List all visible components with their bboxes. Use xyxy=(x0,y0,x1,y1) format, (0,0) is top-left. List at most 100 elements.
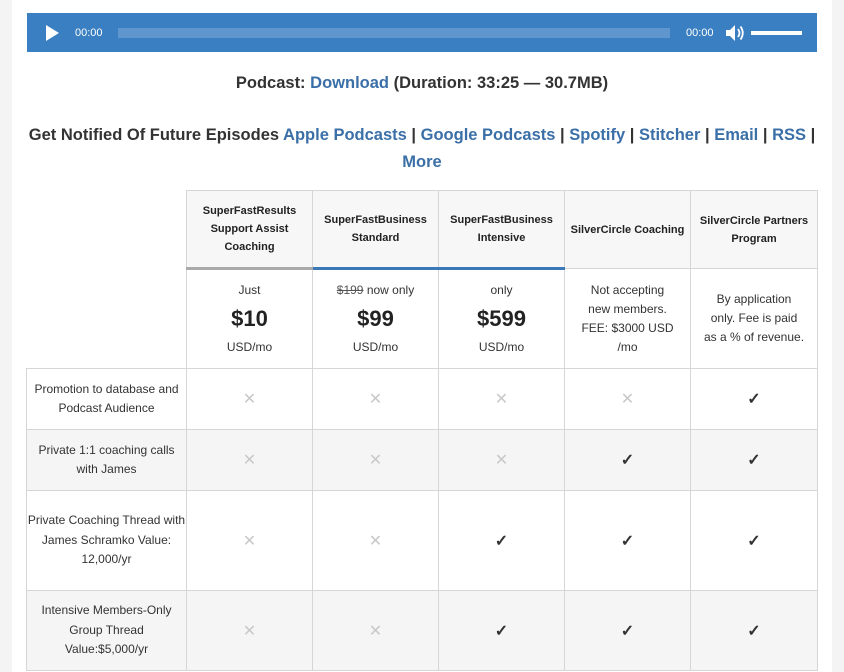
cross-icon: ✕ xyxy=(494,391,509,408)
check-icon: ✓ xyxy=(747,452,761,469)
separator: | xyxy=(411,126,417,144)
check-icon: ✓ xyxy=(747,532,761,550)
plan-header-sfb-standard: SuperFastBusiness Standard xyxy=(312,190,439,270)
podcast-download-line: Podcast: Download (Duration: 33:25 — 30.… xyxy=(0,74,844,93)
price-unit: USD/mo xyxy=(226,340,273,354)
feature-cell: ✓ xyxy=(564,429,691,491)
check-icon: ✓ xyxy=(747,391,761,408)
current-time: 00:00 xyxy=(75,27,103,39)
price-support-assist: Just $10 USD/mo xyxy=(186,268,313,369)
plan-header-row: SuperFastResults Support Assist Coaching… xyxy=(26,190,818,270)
rss-link[interactable]: RSS xyxy=(772,126,806,144)
separator: | xyxy=(705,126,710,144)
plan-header-support-assist: SuperFastResults Support Assist Coaching xyxy=(186,190,313,270)
plan-header-sfb-intensive: SuperFastBusiness Intensive xyxy=(438,190,565,270)
feature-cell: ✕ xyxy=(186,368,313,430)
old-price: $199 xyxy=(336,283,364,297)
price-unit: USD/mo xyxy=(352,340,399,354)
empty-header-cell xyxy=(26,190,187,269)
check-icon: ✓ xyxy=(747,622,761,640)
separator: | xyxy=(560,126,565,144)
price-amount: $10 xyxy=(231,306,268,331)
price-sfb-intensive: only $599 USD/mo xyxy=(438,268,565,369)
feature-cell: ✕ xyxy=(312,590,439,671)
feature-label: Private 1:1 coaching calls with James xyxy=(26,429,187,491)
feature-cell: ✓ xyxy=(690,590,818,671)
price-amount: $99 xyxy=(357,306,394,331)
feature-cell: ✓ xyxy=(438,490,565,591)
feature-cell: ✓ xyxy=(690,368,818,430)
separator: | xyxy=(762,126,768,144)
feature-cell: ✓ xyxy=(564,490,691,591)
price-silvercircle-coaching: Not accepting new members. FEE: $3000 US… xyxy=(564,268,691,369)
feature-cell: ✓ xyxy=(690,490,818,591)
notify-label: Get Notified Of Future Episodes xyxy=(28,126,280,144)
price-pre: now only xyxy=(366,283,415,297)
check-icon: ✓ xyxy=(620,622,635,640)
notify-links: Get Notified Of Future Episodes Apple Po… xyxy=(20,122,824,176)
separator: | xyxy=(810,126,816,144)
cross-icon: ✕ xyxy=(368,391,383,408)
cross-icon: ✕ xyxy=(242,622,257,640)
feature-cell: ✓ xyxy=(438,590,565,671)
check-icon: ✓ xyxy=(494,532,509,550)
price-sfb-standard: $199 now only $99 USD/mo xyxy=(312,268,439,369)
price-row: Just $10 USD/mo $199 now only $99 USD/mo… xyxy=(26,268,818,369)
podcast-details: (Duration: 33:25 — 30.7MB) xyxy=(393,74,609,92)
cross-icon: ✕ xyxy=(368,452,383,469)
feature-row: Promotion to database and Podcast Audien… xyxy=(26,368,818,430)
cross-icon: ✕ xyxy=(242,452,257,469)
feature-cell: ✕ xyxy=(312,490,439,591)
podcast-prefix: Podcast: xyxy=(235,74,306,92)
duration-time: 00:00 xyxy=(686,27,714,39)
progress-rail[interactable] xyxy=(118,28,670,38)
price-amount: $599 xyxy=(477,306,526,331)
feature-cell: ✕ xyxy=(186,429,313,491)
feature-cell: ✕ xyxy=(186,490,313,591)
cross-icon: ✕ xyxy=(242,532,257,550)
plan-header-silvercircle-coaching: SilverCircle Coaching xyxy=(564,190,691,269)
play-icon[interactable] xyxy=(46,25,59,41)
email-link[interactable]: Email xyxy=(714,126,758,144)
empty-price-label-cell xyxy=(26,268,187,369)
cross-icon: ✕ xyxy=(620,391,635,408)
speaker-icon[interactable] xyxy=(725,24,745,42)
check-icon: ✓ xyxy=(620,532,635,550)
plan-header-silvercircle-partners: SilverCircle Partners Program xyxy=(690,190,818,269)
audio-player: 00:00 00:00 xyxy=(27,13,817,52)
more-link[interactable]: More xyxy=(402,153,441,171)
cross-icon: ✕ xyxy=(494,452,509,469)
volume-slider[interactable] xyxy=(751,31,802,35)
feature-rows: Promotion to database and Podcast Audien… xyxy=(26,368,818,671)
cross-icon: ✕ xyxy=(368,622,383,640)
feature-label: Promotion to database and Podcast Audien… xyxy=(26,368,187,430)
feature-row: Intensive Members-Only Group Thread Valu… xyxy=(26,590,818,671)
feature-cell: ✕ xyxy=(312,429,439,491)
price-silvercircle-partners: By application only. Fee is paid as a % … xyxy=(690,268,818,369)
feature-row: Private 1:1 coaching calls with James ✕ ✕ ✕… xyxy=(26,429,818,491)
feature-label: Intensive Members-Only Group Thread Valu… xyxy=(26,590,187,671)
download-link[interactable]: Download xyxy=(310,74,389,92)
spotify-link[interactable]: Spotify xyxy=(569,126,625,144)
feature-cell: ✓ xyxy=(564,590,691,671)
stitcher-link[interactable]: Stitcher xyxy=(639,126,700,144)
pricing-comparison-table: SuperFastResults Support Assist Coaching… xyxy=(26,190,818,671)
price-pre: only xyxy=(490,283,513,297)
feature-cell: ✕ xyxy=(438,368,565,430)
price-unit: USD/mo xyxy=(478,340,525,354)
feature-cell: ✕ xyxy=(564,368,691,430)
separator: | xyxy=(629,126,635,144)
feature-row: Private Coaching Thread with James Schra… xyxy=(26,490,818,591)
check-icon: ✓ xyxy=(494,622,509,640)
feature-cell: ✕ xyxy=(186,590,313,671)
cross-icon: ✕ xyxy=(242,391,257,408)
apple-podcasts-link[interactable]: Apple Podcasts xyxy=(283,126,407,144)
feature-cell: ✕ xyxy=(438,429,565,491)
check-icon: ✓ xyxy=(620,452,635,469)
price-pre: Just xyxy=(238,283,261,297)
feature-label: Private Coaching Thread with James Schra… xyxy=(26,490,187,591)
feature-cell: ✓ xyxy=(690,429,818,491)
feature-cell: ✕ xyxy=(312,368,439,430)
cross-icon: ✕ xyxy=(368,532,383,550)
google-podcasts-link[interactable]: Google Podcasts xyxy=(421,126,556,144)
